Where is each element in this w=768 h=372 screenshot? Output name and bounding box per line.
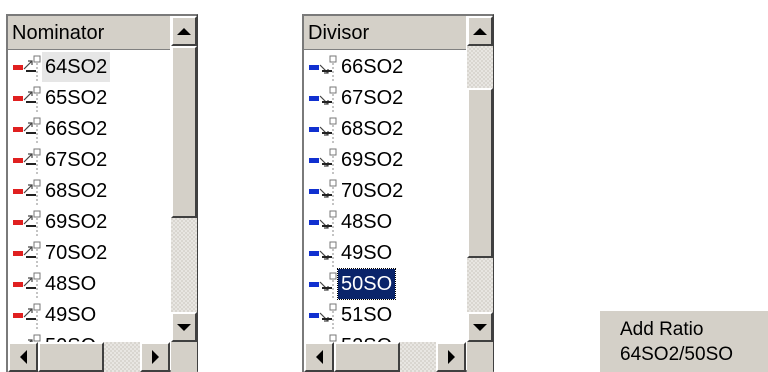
sensor-node-icon [308, 148, 338, 174]
arrow-left-icon [315, 350, 323, 364]
scroll-left-button[interactable] [8, 342, 38, 372]
sensor-node-icon [12, 86, 42, 112]
divisor-header[interactable]: Divisor [304, 16, 466, 50]
list-item[interactable]: 67SO2 [8, 145, 170, 176]
list-item[interactable]: 68SO2 [8, 176, 170, 207]
list-item-label: 68SO2 [341, 118, 404, 140]
scroll-down-button[interactable] [171, 312, 197, 342]
sensor-node-icon [12, 272, 42, 298]
list-item-label: 64SO2 [42, 52, 111, 82]
scroll-thumb[interactable] [171, 46, 197, 218]
scroll-up-button[interactable] [467, 16, 493, 46]
list-item[interactable]: 50SO [8, 331, 170, 342]
list-item-label: 70SO2 [45, 242, 108, 264]
arrow-left-icon [19, 350, 27, 364]
list-item[interactable]: 68SO2 [304, 114, 466, 145]
sensor-node-icon [12, 55, 42, 81]
scroll-down-button[interactable] [467, 312, 493, 342]
list-item[interactable]: 51SO [304, 300, 466, 331]
list-item-label: 66SO2 [341, 56, 404, 78]
scroll-right-button[interactable] [140, 342, 170, 372]
list-item[interactable]: 66SO2 [8, 114, 170, 145]
arrow-down-icon [473, 323, 487, 331]
list-item[interactable]: 69SO2 [8, 207, 170, 238]
list-item[interactable]: 52SO [304, 331, 466, 342]
sensor-node-icon [308, 117, 338, 143]
sensor-node-icon [12, 210, 42, 236]
list-item-label: 70SO2 [341, 180, 404, 202]
nominator-list[interactable]: Nominator 64SO2 65SO2 66SO2 67SO2 68SO2 69SO2… [6, 14, 198, 372]
list-item[interactable]: 50SO [304, 268, 466, 300]
add-ratio-label: Add Ratio [620, 319, 704, 340]
divisor-items: 66SO2 67SO2 68SO2 69SO2 70SO2 48SO 49SO 50SO 51S… [304, 52, 466, 342]
list-item[interactable]: 64SO2 [8, 52, 170, 83]
list-item-label: 49SO [341, 242, 393, 264]
list-item-label: 52SO [338, 331, 395, 342]
arrow-up-icon [473, 27, 487, 35]
nominator-header[interactable]: Nominator [8, 16, 170, 50]
list-item-label: 49SO [45, 304, 97, 326]
list-item[interactable]: 48SO [304, 207, 466, 238]
list-item[interactable]: 66SO2 [304, 52, 466, 83]
sensor-node-icon [308, 334, 338, 342]
nominator-vertical-scrollbar[interactable] [171, 16, 197, 342]
arrow-down-icon [177, 323, 191, 331]
scroll-thumb[interactable] [467, 88, 493, 258]
divisor-vertical-scrollbar[interactable] [467, 16, 493, 342]
list-item-label: 67SO2 [341, 87, 404, 109]
sensor-node-icon [12, 303, 42, 329]
sensor-node-icon [308, 272, 338, 298]
nominator-horizontal-scrollbar[interactable] [8, 342, 170, 372]
list-item[interactable]: 67SO2 [304, 83, 466, 114]
sensor-node-icon [12, 148, 42, 174]
divisor-list[interactable]: Divisor 66SO2 67SO2 68SO2 69SO2 70SO2 48SO 49S… [302, 14, 494, 372]
scroll-up-button[interactable] [171, 16, 197, 46]
scrollbar-corner [171, 342, 197, 372]
sensor-node-icon [308, 179, 338, 205]
list-item[interactable]: 49SO [304, 238, 466, 269]
list-item[interactable]: 70SO2 [304, 176, 466, 207]
add-ratio-button[interactable]: Add Ratio 64SO2/50SO [600, 311, 768, 372]
list-item[interactable]: 70SO2 [8, 238, 170, 269]
sensor-node-icon [308, 303, 338, 329]
sensor-node-icon [12, 179, 42, 205]
list-item[interactable]: 49SO [8, 300, 170, 331]
arrow-right-icon [151, 350, 159, 364]
scroll-right-button[interactable] [436, 342, 466, 372]
sensor-node-icon [12, 334, 42, 342]
sensor-node-icon [308, 241, 338, 267]
scroll-left-button[interactable] [304, 342, 334, 372]
list-item-label: 68SO2 [45, 180, 108, 202]
add-ratio-pair: 64SO2/50SO [620, 344, 734, 365]
sensor-node-icon [308, 55, 338, 81]
sensor-node-icon [308, 86, 338, 112]
list-item-label: 48SO [341, 211, 393, 233]
list-item[interactable]: 65SO2 [8, 83, 170, 114]
divisor-horizontal-scrollbar[interactable] [304, 342, 466, 372]
arrow-right-icon [447, 350, 455, 364]
nominator-items: 64SO2 65SO2 66SO2 67SO2 68SO2 69SO2 70SO2 48SO 4… [8, 52, 170, 342]
list-item-label: 50SO [42, 331, 99, 342]
list-item-label: 51SO [341, 304, 393, 326]
arrow-up-icon [177, 27, 191, 35]
scroll-thumb-horizontal[interactable] [38, 342, 104, 372]
scrollbar-corner [467, 342, 493, 372]
list-item[interactable]: 48SO [8, 269, 170, 300]
list-item-label: 66SO2 [45, 118, 108, 140]
sensor-node-icon [308, 210, 338, 236]
list-item-label: 69SO2 [45, 211, 108, 233]
list-item-label: 48SO [45, 273, 97, 295]
scroll-thumb-horizontal[interactable] [334, 342, 400, 372]
list-item-label: 65SO2 [45, 87, 108, 109]
sensor-node-icon [12, 117, 42, 143]
list-item-label: 69SO2 [341, 149, 404, 171]
list-item[interactable]: 69SO2 [304, 145, 466, 176]
sensor-node-icon [12, 241, 42, 267]
list-item-label: 50SO [336, 268, 397, 300]
list-item-label: 67SO2 [45, 149, 108, 171]
